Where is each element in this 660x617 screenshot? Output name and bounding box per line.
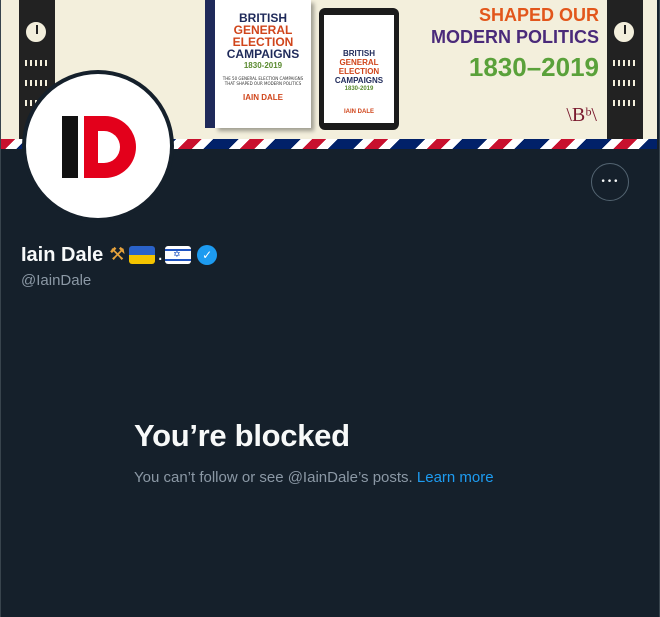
ukraine-flag-icon [129, 246, 156, 264]
banner-headline-1: SHAPED OUR [478, 5, 599, 25]
profile-name: Iain Dale [21, 243, 104, 266]
profile-page: BRITISH GENERAL ELECTION CAMPAIGNS 1830-… [0, 0, 660, 617]
banner-headline-3: 1830–2019 [468, 52, 599, 82]
banner-headline-2: MODERN POLITICS [430, 27, 599, 47]
tablet-author: IAIN DALE [344, 109, 374, 115]
profile-handle: @IainDale [21, 272, 92, 289]
book-years: 1830-2019 [243, 61, 283, 70]
book-cover: BRITISH GENERAL ELECTION CAMPAIGNS 1830-… [205, 0, 311, 128]
book-author: IAIN DALE [243, 93, 283, 102]
book-tagline: THE 50 GENERAL ELECTION CAMPAIGNS THAT S… [222, 76, 304, 86]
blocked-message: You can’t follow or see @IainDale’s post… [134, 467, 514, 489]
tablet-title-line: ELECTION [338, 67, 380, 76]
book-title-line: CAMPAIGNS [226, 47, 300, 61]
avatar[interactable] [22, 70, 174, 222]
tablet-title-line: BRITISH [343, 49, 375, 58]
dot-separator: . [157, 244, 164, 265]
verified-badge-icon[interactable]: ✓ [197, 245, 218, 265]
blocked-heading: You’re blocked [134, 418, 350, 453]
learn-more-link[interactable]: Learn more [417, 469, 494, 486]
profile-name-row: Iain Dale ⚒ . ✓ [21, 242, 218, 268]
more-options-button[interactable]: ••• [591, 163, 629, 201]
avatar-logo-i [62, 116, 78, 178]
tablet-years: 1830-2019 [344, 86, 374, 92]
tablet-title-line: GENERAL [339, 58, 379, 67]
tablet-title-line: CAMPAIGNS [334, 76, 384, 85]
hammer-pick-icon: ⚒ [109, 244, 126, 265]
big-ben-right-graphic [607, 0, 643, 140]
tablet-graphic: BRITISH GENERAL ELECTION CAMPAIGNS 1830-… [319, 8, 399, 130]
blocked-message-text: You can’t follow or see @IainDale’s post… [134, 469, 413, 486]
publisher-logo: \Bᵇ\ [566, 104, 597, 126]
avatar-logo-d [84, 116, 136, 178]
more-icon: ••• [600, 177, 620, 187]
israel-flag-icon [165, 246, 192, 264]
